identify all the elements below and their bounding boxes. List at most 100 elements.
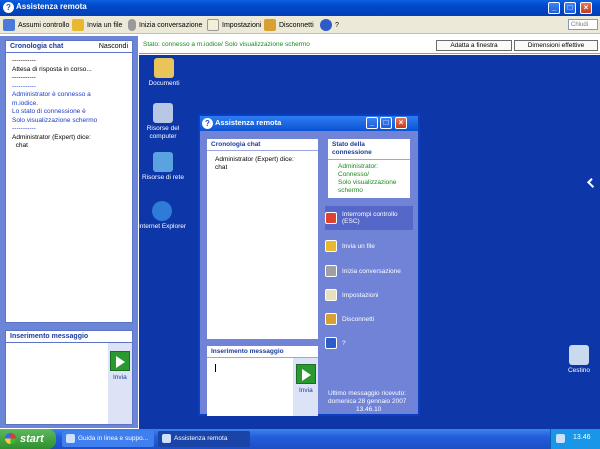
chat-line: ----------- — [12, 74, 36, 81]
connection-status-bar: Stato: connesso a m.iodice/ Solo visuali… — [139, 36, 600, 54]
actual-size-button[interactable]: Dimensioni effettive — [514, 40, 598, 51]
action-label: Impostazioni — [342, 291, 379, 299]
desktop-icon-label: Internet Explorer — [137, 223, 187, 230]
inner-chat-panel: Administrator (Expert) dice: chat — [207, 151, 318, 339]
inner-window-title: Assistenza remota — [215, 118, 282, 127]
chat-history-header: Cronologia chat Nascondi — [5, 40, 133, 53]
inner-send-label: Invia — [299, 387, 313, 394]
action-label: Disconnetti — [342, 315, 375, 323]
chat-line: m.iodice. — [12, 99, 39, 107]
disconnect-button[interactable]: Disconnetti — [264, 18, 314, 32]
inner-message-header: Inserimento messaggio — [207, 346, 318, 358]
chat-line: Administrator (Expert) dice: — [12, 133, 91, 141]
maximize-button[interactable]: □ — [564, 2, 576, 14]
chat-line: ----------- — [12, 125, 36, 132]
chat-line: chat — [12, 142, 28, 149]
taskbar-task-remote-assistance[interactable]: Assistenza remota — [158, 431, 250, 447]
help-icon — [320, 19, 332, 31]
send-file-icon — [72, 19, 84, 31]
send-file-button[interactable]: Invia un file — [72, 18, 122, 32]
action-label: ? — [342, 339, 346, 347]
inner-message-input[interactable] — [209, 360, 289, 412]
chat-line: Administrator è connesso a — [12, 91, 91, 98]
settings-button[interactable]: Impostazioni — [207, 18, 261, 32]
desktop-icon-recycle-bin[interactable]: Cestino — [557, 345, 600, 375]
close-field[interactable]: Chiudi — [568, 19, 598, 30]
system-tray: 13.46 — [550, 429, 600, 449]
fit-to-window-button[interactable]: Adatta a finestra — [436, 40, 512, 51]
toolbar: Assumi controllo Invia un file Inizia co… — [0, 16, 600, 34]
stop-control-icon — [325, 212, 337, 224]
inner-send-button[interactable] — [296, 364, 316, 384]
send-button[interactable] — [110, 351, 130, 371]
toolbar-label: Impostazioni — [222, 21, 262, 29]
action-help[interactable]: ? — [325, 334, 413, 352]
chat-history-panel: ----------- Attesa di risposta in corso..… — [5, 53, 133, 323]
recycle-bin-icon — [569, 345, 589, 365]
inner-minimize-button[interactable]: _ — [366, 117, 378, 129]
start-button[interactable]: start — [0, 429, 56, 449]
minimize-button[interactable]: _ — [548, 2, 560, 14]
toolbar-label: Assumi controllo — [18, 21, 70, 29]
chat-line: Solo visualizzazione schermo — [12, 116, 98, 124]
help-icon — [325, 337, 337, 349]
inner-close-button[interactable]: × — [395, 117, 407, 129]
last-message-line: domenica 28 gennaio 2007 — [328, 398, 407, 405]
desktop-icon-my-computer[interactable]: Risorse del computer — [138, 103, 188, 141]
action-label: Interrompi controllo (ESC) — [342, 211, 398, 225]
desktop-icon-internet-explorer[interactable]: Internet Explorer — [137, 201, 187, 231]
close-button[interactable]: × — [580, 2, 592, 14]
toolbar-label: Disconnetti — [279, 21, 314, 29]
tray-network-icon[interactable] — [556, 434, 565, 443]
chat-line: Lo stato di connessione è — [12, 108, 86, 115]
action-label: Inizia conversazione — [342, 267, 401, 275]
action-send-file[interactable]: Invia un file — [325, 237, 413, 255]
last-message-line: 13.46.10 — [356, 406, 382, 413]
connection-status-text: Stato: connesso a m.iodice/ Solo visuali… — [143, 41, 310, 48]
send-file-icon — [325, 240, 337, 252]
send-label: Invia — [113, 374, 127, 381]
folder-icon — [154, 58, 174, 78]
message-input-panel: Invia — [5, 343, 133, 425]
take-control-icon — [3, 19, 15, 31]
action-settings[interactable]: Impostazioni — [325, 286, 413, 304]
action-disconnect[interactable]: Disconnetti — [325, 310, 413, 328]
toolbar-label: Invia un file — [87, 21, 123, 29]
connection-status-panel: Administrator: Connesso/ Solo visualizza… — [328, 160, 410, 198]
message-input[interactable] — [8, 345, 104, 421]
toolbar-label: Inizia conversazione — [139, 21, 203, 29]
microphone-icon — [128, 19, 136, 31]
computer-icon — [153, 103, 173, 123]
desktop-icon-documents[interactable]: Documenti — [139, 58, 189, 88]
internet-explorer-icon — [152, 201, 172, 221]
chevron-left-icon[interactable] — [587, 178, 597, 188]
remote-assistance-window: ? Assistenza remota _ □ × Cronologia cha… — [198, 114, 420, 416]
action-microphone[interactable]: Inizia conversazione — [325, 262, 413, 280]
inner-chat-line: Administrator (Expert) dice: — [215, 156, 294, 163]
start-conversation-button[interactable]: Inizia conversazione — [128, 18, 202, 32]
clock[interactable]: 13.46 — [573, 434, 591, 441]
hide-button[interactable]: Nascondi — [99, 41, 128, 52]
desktop-icon-label: Risorse di rete — [142, 174, 184, 181]
take-control-button[interactable]: Assumi controllo — [3, 18, 69, 32]
inner-maximize-button[interactable]: □ — [380, 117, 392, 129]
help-button[interactable]: ? — [320, 18, 339, 32]
window-title-bar[interactable]: ? Assistenza remota _ □ × — [0, 0, 600, 16]
desktop-icon-label: Documenti — [148, 80, 180, 87]
taskbar-task-help[interactable]: Guida in linea e suppo... — [62, 431, 154, 447]
inner-chat-header: Cronologia chat — [207, 139, 318, 151]
chat-line: ----------- — [12, 82, 36, 90]
settings-icon — [207, 19, 219, 31]
help-icon: ? — [3, 2, 14, 13]
desktop-icon-network[interactable]: Risorse di rete — [138, 152, 188, 182]
inner-title-bar[interactable]: ? Assistenza remota _ □ × — [200, 116, 418, 131]
chat-side-pane: Cronologia chat Nascondi ----------- Atte… — [0, 36, 138, 428]
message-input-header: Inserimento messaggio — [5, 330, 133, 343]
connection-status-line: Solo visualizzazione — [338, 179, 397, 186]
inner-chat-line: chat — [215, 164, 228, 171]
chat-history-title: Cronologia chat — [10, 43, 64, 50]
action-stop-control[interactable]: Interrompi controllo (ESC) — [325, 206, 413, 230]
chat-history-lines: ----------- Attesa di risposta in corso..… — [12, 57, 126, 151]
settings-icon — [325, 289, 337, 301]
help-icon: ? — [202, 118, 213, 129]
